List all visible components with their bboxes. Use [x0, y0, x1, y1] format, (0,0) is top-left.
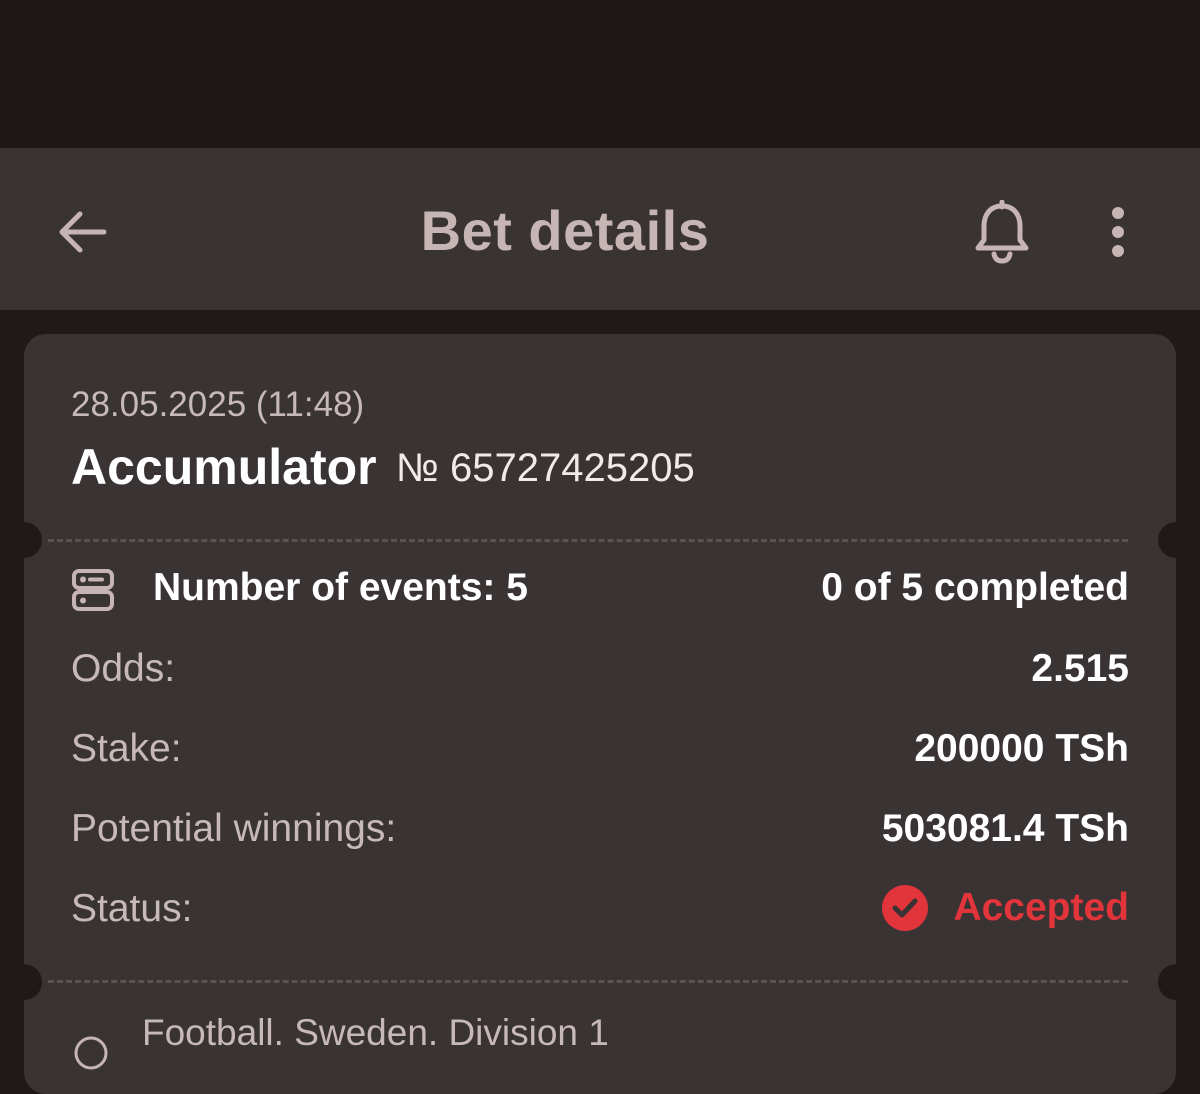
stake-label: Stake: — [71, 727, 182, 770]
odds-value: 2.515 — [1031, 647, 1129, 690]
ticket-notch-left — [6, 522, 42, 558]
bet-number: № 65727425205 — [396, 446, 695, 490]
event-sport: Football. Sweden. Division 1 — [142, 1012, 609, 1053]
winnings-value: 503081.4 TSh — [881, 807, 1129, 850]
events-list-icon — [72, 569, 114, 611]
more-options-button[interactable] — [1092, 196, 1144, 268]
bell-icon — [975, 200, 1029, 264]
football-icon — [74, 1036, 108, 1070]
events-progress: 0 of 5 completed — [821, 566, 1129, 609]
status-value: Accepted — [953, 886, 1129, 929]
bet-date: 28.05.2025 (11:48) — [71, 385, 365, 424]
page-title: Bet details — [420, 199, 710, 262]
stake-value: 200000 TSh — [914, 727, 1129, 770]
status-bar — [0, 0, 1200, 148]
events-count: Number of events: 5 — [153, 566, 528, 609]
bet-type: Accumulator — [71, 439, 377, 495]
divider — [48, 980, 1128, 983]
winnings-label: Potential winnings: — [71, 807, 397, 850]
divider — [48, 539, 1128, 542]
odds-label: Odds: — [71, 647, 176, 690]
ticket-notch-left — [6, 964, 42, 1000]
status-label: Status: — [71, 887, 193, 930]
ticket-notch-right — [1158, 964, 1194, 1000]
ticket-notch-right — [1158, 522, 1194, 558]
more-vertical-icon — [1112, 207, 1124, 257]
status-badge: Accepted — [881, 884, 1129, 932]
notifications-button[interactable] — [966, 196, 1038, 268]
check-circle-icon — [882, 885, 929, 931]
